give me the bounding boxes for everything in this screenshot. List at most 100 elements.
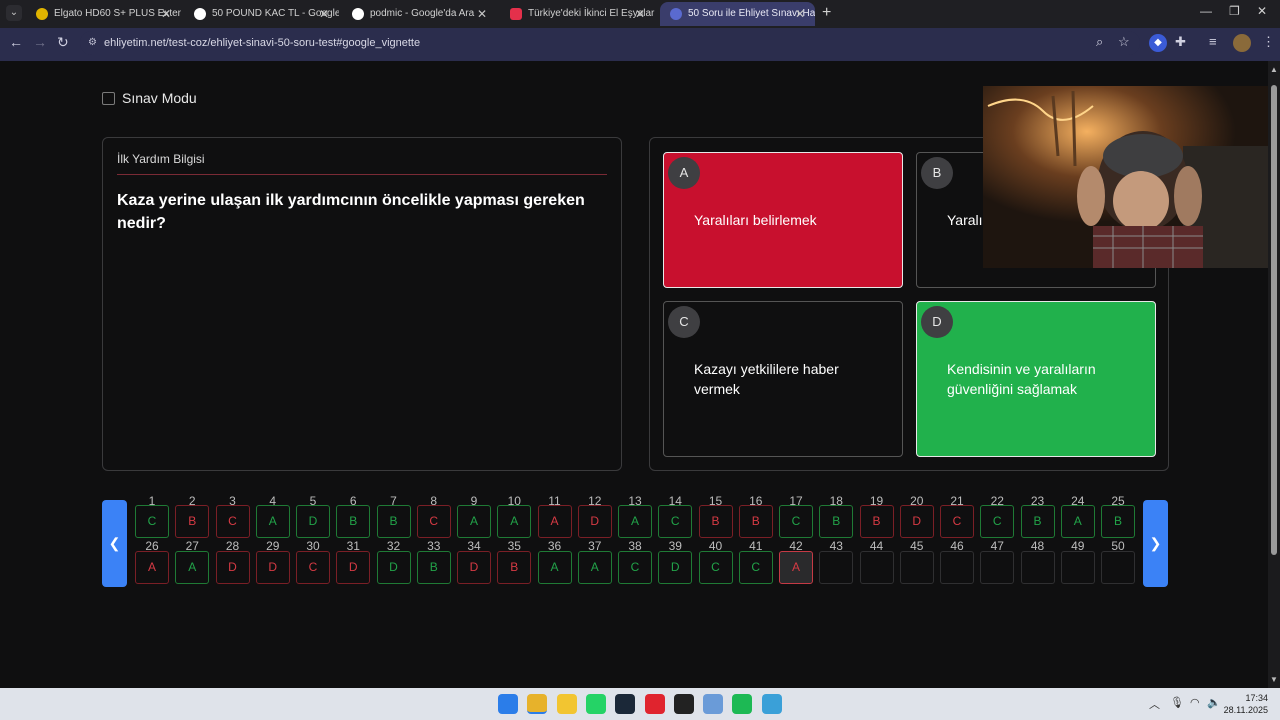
question-answer-box[interactable]	[1101, 551, 1135, 584]
chrome-icon[interactable]	[527, 694, 548, 714]
extension-icon[interactable]: ◆	[1149, 34, 1167, 52]
answer-option-c[interactable]: C Kazayı yetkililere haber vermek	[663, 301, 903, 457]
question-answer-box[interactable]: A	[1060, 505, 1095, 538]
question-answer-box[interactable]: B	[859, 505, 894, 538]
bookmark-star-icon[interactable]: ☆	[1118, 34, 1130, 50]
answer-option-d[interactable]: D Kendisinin ve yaralıların güvenliğini …	[916, 301, 1156, 457]
new-tab-button[interactable]: +	[822, 4, 831, 22]
tab-search-button[interactable]: ⌄	[6, 5, 22, 21]
tab-1[interactable]: Elgato HD60 S+ PLUS External ✕	[26, 2, 181, 26]
question-answer-box[interactable]: B	[698, 505, 733, 538]
question-answer-box[interactable]: D	[658, 551, 693, 584]
question-answer-box[interactable]: A	[537, 551, 572, 584]
opera-icon[interactable]	[644, 694, 665, 714]
scroll-down-icon[interactable]: ▼	[1270, 675, 1278, 684]
page-scrollbar[interactable]: ▲ ▼	[1268, 61, 1280, 688]
question-answer-box[interactable]: A	[175, 551, 210, 584]
back-icon[interactable]: ←	[9, 34, 23, 50]
question-answer-box[interactable]	[980, 551, 1015, 584]
question-answer-box[interactable]	[940, 551, 974, 584]
question-answer-box[interactable]: A	[577, 551, 612, 584]
question-answer-box[interactable]: A	[537, 505, 572, 538]
scroll-thumb[interactable]	[1271, 85, 1277, 555]
tab-2[interactable]: 50 POUND KAC TL - Google'da ✕	[184, 2, 339, 26]
tab-3[interactable]: podmic - Google'da Ara ✕	[342, 2, 497, 26]
close-tab-icon[interactable]: ✕	[477, 2, 487, 26]
question-answer-box[interactable]: D	[336, 551, 371, 584]
zoom-icon[interactable]: ⌕	[1096, 34, 1103, 50]
question-answer-box[interactable]	[859, 551, 894, 584]
record-app-icon[interactable]	[673, 694, 694, 714]
answer-option-a[interactable]: A Yaralıları belirlemek	[663, 152, 903, 288]
steam-icon[interactable]	[615, 694, 636, 714]
question-answer-box[interactable]: D	[255, 551, 290, 584]
question-answer-box[interactable]: D	[457, 551, 491, 584]
question-answer-box[interactable]: A	[618, 505, 652, 538]
forward-icon[interactable]: →	[33, 34, 47, 50]
close-tab-icon[interactable]: ✕	[319, 2, 329, 26]
question-answer-box[interactable]: B	[416, 551, 451, 584]
close-tab-icon[interactable]: ✕	[795, 2, 805, 26]
volume-icon[interactable]: 🔈	[1207, 696, 1221, 709]
question-answer-box[interactable]: B	[376, 505, 411, 538]
next-questions-button[interactable]: ❯	[1143, 500, 1168, 587]
profile-avatar[interactable]	[1233, 34, 1251, 52]
wifi-icon[interactable]: ◠	[1190, 696, 1200, 709]
question-answer-box[interactable]: D	[899, 505, 934, 538]
question-answer-box[interactable]: C	[658, 505, 693, 538]
question-answer-box[interactable]: C	[738, 551, 773, 584]
close-tab-icon[interactable]: ✕	[161, 2, 171, 26]
restore-icon[interactable]: ❐	[1229, 4, 1240, 18]
question-answer-box[interactable]: C	[779, 505, 813, 538]
question-answer-box[interactable]: B	[175, 505, 210, 538]
minimize-icon[interactable]: —	[1200, 4, 1212, 18]
exam-mode-checkbox[interactable]	[102, 91, 115, 105]
address-bar[interactable]: ⚙ ehliyetim.net/test-coz/ehliyet-sinavi-…	[80, 31, 1140, 55]
menu-kebab-icon[interactable]: ⋮	[1262, 34, 1275, 50]
question-answer-box[interactable]: C	[940, 505, 974, 538]
notepad-icon[interactable]	[761, 694, 782, 714]
question-answer-box[interactable]: C	[416, 505, 451, 538]
clock[interactable]: 17:34 28.11.2025	[1224, 692, 1268, 716]
question-answer-box[interactable]	[819, 551, 854, 584]
tab-5-active[interactable]: 50 Soru ile Ehliyet Sınavı Hazırlı ✕	[660, 2, 815, 26]
question-answer-box[interactable]	[899, 551, 934, 584]
question-answer-box[interactable]: A	[255, 505, 290, 538]
question-answer-box[interactable]: C	[698, 551, 733, 584]
tab-4[interactable]: Türkiye'deki İkinci El Eşyaları Al ✕	[500, 2, 655, 26]
question-answer-box[interactable]: C	[215, 505, 250, 538]
question-answer-box[interactable]: B	[336, 505, 371, 538]
question-answer-box[interactable]: A	[497, 505, 532, 538]
whatsapp-icon[interactable]	[585, 694, 606, 714]
question-answer-box[interactable]: C	[618, 551, 652, 584]
question-answer-box[interactable]: B	[497, 551, 532, 584]
file-explorer-icon[interactable]	[556, 694, 577, 714]
question-answer-box[interactable]: C	[296, 551, 330, 584]
site-info-icon[interactable]: ⚙	[88, 31, 97, 55]
question-answer-box[interactable]: A	[135, 551, 169, 584]
reload-icon[interactable]: ↻	[57, 34, 69, 51]
spotify-icon[interactable]	[732, 694, 753, 714]
question-answer-box[interactable]: C	[135, 505, 169, 538]
question-answer-box[interactable]: B	[819, 505, 854, 538]
question-answer-box[interactable]: D	[577, 505, 612, 538]
close-window-icon[interactable]: ✕	[1257, 4, 1267, 18]
question-answer-box[interactable]	[1060, 551, 1095, 584]
question-answer-box[interactable]: D	[376, 551, 411, 584]
microphone-icon[interactable]: 🎙	[1170, 696, 1184, 709]
question-answer-box[interactable]: A	[457, 505, 491, 538]
question-answer-box[interactable]: B	[1020, 505, 1055, 538]
question-answer-box[interactable]: A	[779, 551, 813, 584]
question-answer-box[interactable]: D	[215, 551, 250, 584]
previous-questions-button[interactable]: ❮	[102, 500, 127, 587]
scroll-up-icon[interactable]: ▲	[1270, 65, 1278, 74]
close-tab-icon[interactable]: ✕	[635, 2, 645, 26]
question-answer-box[interactable]: B	[738, 505, 773, 538]
exam-mode-toggle[interactable]: Sınav Modu	[102, 90, 197, 106]
app-icon[interactable]	[703, 694, 724, 714]
tray-chevron-icon[interactable]: ︿	[1149, 696, 1160, 712]
question-answer-box[interactable]: C	[980, 505, 1015, 538]
media-control-icon[interactable]: ≡	[1209, 34, 1217, 49]
question-answer-box[interactable]	[1020, 551, 1055, 584]
extensions-puzzle-icon[interactable]: ✚	[1175, 34, 1186, 50]
